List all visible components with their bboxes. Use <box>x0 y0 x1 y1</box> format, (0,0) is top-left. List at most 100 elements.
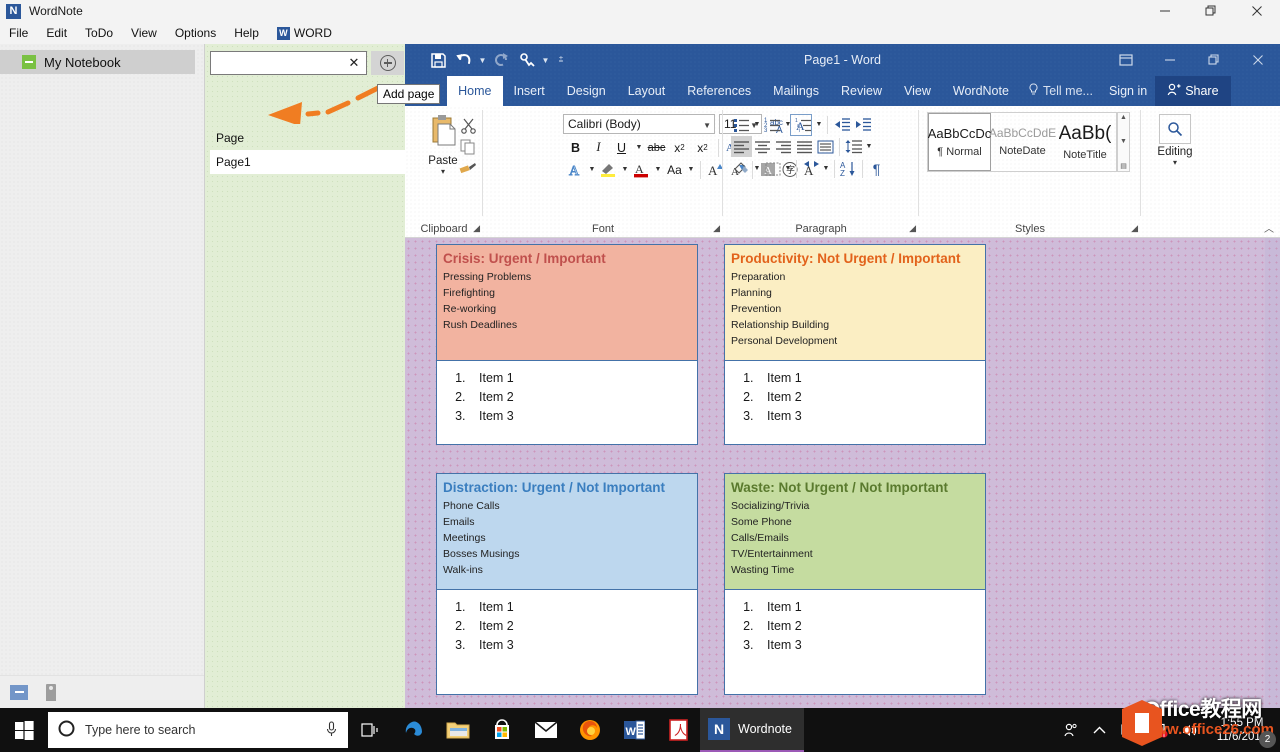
align-right-button[interactable] <box>773 136 794 157</box>
tag-icon[interactable] <box>46 684 56 701</box>
distributed-button[interactable] <box>815 136 836 157</box>
tab-layout[interactable]: Layout <box>617 76 677 106</box>
collapse-box-icon[interactable] <box>22 55 36 69</box>
sort-button[interactable]: AZ <box>838 158 859 179</box>
save-icon[interactable] <box>425 48 451 72</box>
menu-todo[interactable]: ToDo <box>76 24 122 42</box>
word-icon[interactable]: W <box>612 708 656 752</box>
borders-dropdown-icon[interactable]: ▼ <box>783 158 793 179</box>
document-canvas[interactable]: Crisis: Urgent / Important Pressing Prob… <box>405 238 1280 732</box>
text-effects-dropdown-icon[interactable]: ▼ <box>587 159 597 180</box>
line-spacing-button[interactable] <box>843 136 864 157</box>
notebook-item-my-notebook[interactable]: My Notebook <box>0 50 195 74</box>
highlight-dropdown-icon[interactable]: ▼ <box>620 159 630 180</box>
windows-start-icon[interactable] <box>0 708 48 752</box>
file-explorer-icon[interactable] <box>436 708 480 752</box>
sign-in-button[interactable]: Sign in <box>1101 76 1155 106</box>
clear-icon[interactable]: ✕ <box>343 52 365 74</box>
bullets-button[interactable] <box>731 114 752 135</box>
multilevel-dropdown-icon[interactable]: ▼ <box>814 114 824 135</box>
change-case-dropdown-icon[interactable]: ▼ <box>686 159 696 180</box>
subscript-button[interactable]: x2 <box>669 137 690 158</box>
editing-button[interactable]: Editing ▾ <box>1146 114 1204 167</box>
menu-word[interactable]: W WORD <box>268 24 341 42</box>
acrobat-icon[interactable]: 人 <box>656 708 700 752</box>
close-icon[interactable] <box>1234 0 1280 22</box>
chevron-down-icon[interactable]: ▼ <box>703 121 711 130</box>
quadrant-items[interactable]: Item 1 Item 2 Item 3 <box>725 360 985 444</box>
clipboard-dialog-launcher-icon[interactable]: ◢ <box>473 223 480 234</box>
touch-mode-icon[interactable] <box>514 48 540 72</box>
quadrant-productivity[interactable]: Productivity: Not Urgent / Important Pre… <box>724 244 986 445</box>
decrease-indent-button[interactable] <box>831 114 852 135</box>
people-icon[interactable] <box>1054 708 1084 752</box>
notification-count-badge[interactable]: 2 <box>1259 731 1276 748</box>
font-dialog-launcher-icon[interactable]: ◢ <box>713 223 720 234</box>
minimize-icon[interactable] <box>1148 44 1192 76</box>
menu-file[interactable]: File <box>0 24 37 42</box>
text-direction-dropdown-icon[interactable]: ▼ <box>821 158 831 179</box>
quadrant-crisis[interactable]: Crisis: Urgent / Important Pressing Prob… <box>436 244 698 445</box>
cut-icon[interactable] <box>457 114 479 136</box>
touch-mode-dropdown-icon[interactable]: ▼ <box>540 48 551 72</box>
numbering-dropdown-icon[interactable]: ▼ <box>783 114 793 135</box>
shading-button[interactable] <box>731 158 752 179</box>
change-case-button[interactable]: Aa <box>664 159 685 180</box>
bullets-dropdown-icon[interactable]: ▼ <box>752 114 762 135</box>
underline-button[interactable]: U <box>611 137 632 158</box>
collapse-ribbon-icon[interactable]: ︿ <box>1264 220 1274 235</box>
show-hidden-icons-chevron[interactable] <box>1084 708 1114 752</box>
menu-edit[interactable]: Edit <box>37 24 76 42</box>
format-painter-icon[interactable] <box>457 158 479 180</box>
scroll-up-icon[interactable]: ▲ <box>1120 114 1127 121</box>
numbering-button[interactable]: 123 <box>762 114 783 135</box>
tab-insert[interactable]: Insert <box>503 76 556 106</box>
tab-mailings[interactable]: Mailings <box>762 76 830 106</box>
style-normal[interactable]: AaBbCcDc ¶ Normal <box>928 113 991 171</box>
editing-dropdown-icon[interactable]: ▾ <box>1146 158 1204 167</box>
italic-button[interactable]: I <box>588 137 609 158</box>
align-left-button[interactable] <box>731 136 752 157</box>
increase-indent-button[interactable] <box>852 114 873 135</box>
strikethrough-button[interactable]: abc <box>646 137 667 158</box>
menu-help[interactable]: Help <box>225 24 268 42</box>
taskbar-search-box[interactable]: Type here to search <box>48 712 348 748</box>
taskbar-window-wordnote[interactable]: N Wordnote <box>700 708 804 752</box>
style-notedate[interactable]: AaBbCcDdE NoteDate <box>991 113 1054 171</box>
bold-button[interactable]: B <box>565 137 586 158</box>
scroll-down-icon[interactable]: ▼ <box>1120 138 1127 145</box>
text-highlight-color-button[interactable] <box>598 159 619 180</box>
tab-wordnote[interactable]: WordNote <box>942 76 1020 106</box>
tab-home[interactable]: Home <box>447 76 502 106</box>
add-page-button[interactable] <box>371 51 404 75</box>
microsoft-store-icon[interactable] <box>480 708 524 752</box>
font-name-combobox[interactable]: Calibri (Body) ▼ <box>563 114 715 134</box>
menu-options[interactable]: Options <box>166 24 225 42</box>
paragraph-dialog-launcher-icon[interactable]: ◢ <box>909 223 916 234</box>
font-color-button[interactable]: A <box>631 159 652 180</box>
font-color-dropdown-icon[interactable]: ▼ <box>653 159 663 180</box>
styles-scrollbar[interactable]: ▲ ▼ ▤ <box>1117 112 1130 172</box>
tell-me-box[interactable]: Tell me... <box>1020 76 1101 106</box>
tab-review[interactable]: Review <box>830 76 893 106</box>
copy-icon[interactable] <box>457 136 479 158</box>
quadrant-items[interactable]: Item 1 Item 2 Item 3 <box>437 360 697 444</box>
microphone-icon[interactable] <box>325 721 338 740</box>
tab-references[interactable]: References <box>676 76 762 106</box>
search-input[interactable] <box>211 53 343 73</box>
undo-icon[interactable] <box>451 48 477 72</box>
style-notetitle[interactable]: AaBb( NoteTitle <box>1054 113 1116 171</box>
firefox-icon[interactable] <box>568 708 612 752</box>
notebook-icon[interactable] <box>10 685 28 700</box>
text-effects-button[interactable]: A <box>565 159 586 180</box>
text-direction-button[interactable]: A <box>800 158 821 179</box>
share-button[interactable]: Share <box>1155 76 1230 106</box>
align-center-button[interactable] <box>752 136 773 157</box>
customize-qat-icon[interactable]: ⩲ <box>551 48 571 72</box>
edge-icon[interactable] <box>392 708 436 752</box>
superscript-button[interactable]: x2 <box>692 137 713 158</box>
styles-dialog-launcher-icon[interactable]: ◢ <box>1131 223 1138 234</box>
page-list-item[interactable]: Page1 <box>210 150 405 174</box>
quadrant-items[interactable]: Item 1 Item 2 Item 3 <box>725 589 985 694</box>
quadrant-distraction[interactable]: Distraction: Urgent / Not Important Phon… <box>436 473 698 695</box>
